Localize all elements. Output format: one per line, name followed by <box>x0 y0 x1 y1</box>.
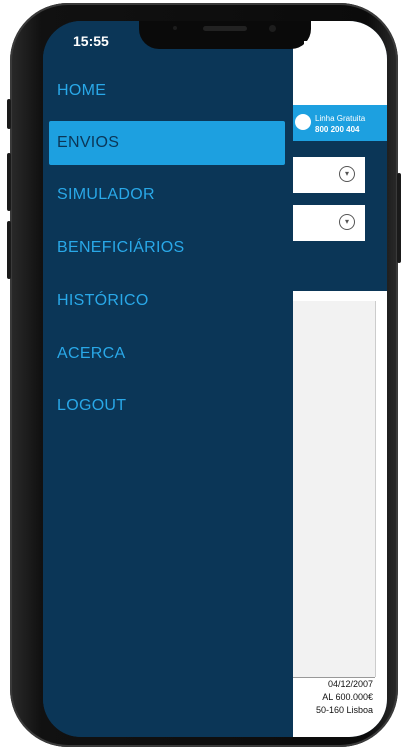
mute-switch <box>7 99 11 129</box>
power-button <box>397 173 401 263</box>
status-time: 15:55 <box>73 33 109 49</box>
volume-down-button <box>7 221 11 279</box>
menu-item-beneficiarios[interactable]: BENEFICIÁRIOS <box>49 226 285 270</box>
phone-frame: 15:55 Linha Gratuita 800 200 404 ▾ ▾ 04/… <box>7 3 401 747</box>
screen: 15:55 Linha Gratuita 800 200 404 ▾ ▾ 04/… <box>43 21 387 737</box>
select-field-2[interactable]: ▾ <box>293 203 367 243</box>
menu-item-logout[interactable]: LOGOUT <box>49 384 285 428</box>
menu-item-acerca[interactable]: ACERCA <box>49 332 285 376</box>
wifi-icon <box>325 33 339 44</box>
camera-icon <box>269 25 276 32</box>
chevron-down-icon: ▾ <box>339 214 355 230</box>
menu-item-envios[interactable]: ENVIOS <box>49 121 285 165</box>
status-icons <box>304 33 368 44</box>
footer-line: 50-160 Lisboa <box>315 705 373 715</box>
speaker-grille <box>203 26 247 31</box>
chevron-down-icon: ▾ <box>339 166 355 182</box>
menu-item-home[interactable]: HOME <box>49 69 285 113</box>
signal-icon <box>304 34 319 44</box>
menu-item-simulador[interactable]: SIMULADOR <box>49 173 285 217</box>
battery-icon <box>345 33 368 44</box>
hotline-banner[interactable]: Linha Gratuita 800 200 404 <box>293 105 387 141</box>
footer-line: AL 600.000€ <box>322 692 373 702</box>
navigation-drawer: HOME ENVIOS SIMULADOR BENEFICIÁRIOS HIST… <box>43 21 293 737</box>
volume-up-button <box>7 153 11 211</box>
footer-info: 04/12/2007 AL 600.000€ 50-160 Lisboa <box>293 677 375 721</box>
footer-line: 04/12/2007 <box>327 679 373 689</box>
hotline-label: Linha Gratuita <box>315 114 366 123</box>
content-area <box>293 301 376 677</box>
menu-item-historico[interactable]: HISTÓRICO <box>49 279 285 323</box>
hotline-logo-icon <box>295 114 311 130</box>
sensor-dot <box>173 26 177 30</box>
form-button[interactable] <box>293 253 311 291</box>
select-field-1[interactable]: ▾ <box>293 155 367 195</box>
notch <box>139 21 311 49</box>
background-app: Linha Gratuita 800 200 404 ▾ ▾ 04/12/200… <box>293 21 387 737</box>
hotline-number: 800 200 404 <box>315 125 360 134</box>
